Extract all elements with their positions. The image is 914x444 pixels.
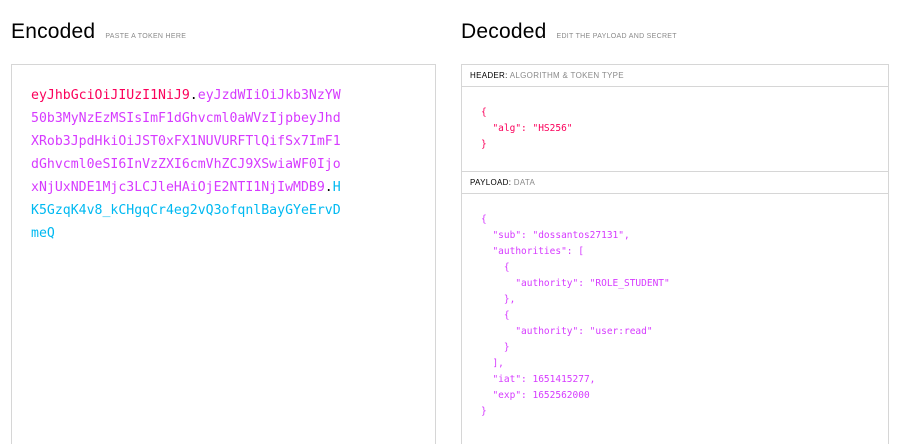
token-separator: . bbox=[324, 180, 333, 195]
decoded-heading: Decoded EDIT THE PAYLOAD AND SECRET bbox=[461, 20, 677, 44]
encoded-token-editor[interactable]: eyJhbGciOiJIUzI1NiJ9.eyJzdWIiOiJkb3NzYW 5… bbox=[11, 64, 436, 444]
payload-json-line: } bbox=[481, 404, 888, 420]
encoded-title: Encoded bbox=[11, 20, 96, 43]
encoded-heading: Encoded PASTE A TOKEN HERE bbox=[11, 20, 186, 44]
payload-json-line-text: "authorities": [ bbox=[481, 246, 584, 257]
token-payload-part: eyJzdWIiOiJkb3NzYW bbox=[197, 88, 341, 103]
token-payload-part: XRob3JpdHkiOiJST0xFX1NUVURFTlQifSx7ImF1 bbox=[31, 134, 341, 149]
token-line: xNjUxNDE1Mjc3LCJleHAiOjE2NTI1NjIwMDB9.H bbox=[31, 176, 417, 199]
payload-json-line-text: }, bbox=[481, 294, 516, 305]
payload-json-line-text: "exp": 1652562000 bbox=[481, 390, 590, 401]
payload-description: DATA bbox=[513, 178, 536, 187]
decoded-panel: HEADER: ALGORITHM & TOKEN TYPE { "alg": … bbox=[461, 64, 889, 444]
payload-json-line: "exp": 1652562000 bbox=[481, 388, 888, 404]
header-json-line: { bbox=[481, 105, 888, 121]
token-line: XRob3JpdHkiOiJST0xFX1NUVURFTlQifSx7ImF1 bbox=[31, 130, 417, 153]
payload-json-line-text: } bbox=[481, 406, 487, 417]
payload-json-line: }, bbox=[481, 292, 888, 308]
payload-json-line-text: { bbox=[481, 214, 487, 225]
payload-json-line-text: "authority": "ROLE_STUDENT" bbox=[481, 278, 670, 289]
token-line: dGhvcml0eSI6InVzZXI6cmVhZCJ9XSwiaWF0Ijo bbox=[31, 153, 417, 176]
payload-json-line: { bbox=[481, 212, 888, 228]
payload-json-line: "authority": "user:read" bbox=[481, 324, 888, 340]
decoded-subtitle: EDIT THE PAYLOAD AND SECRET bbox=[556, 33, 677, 40]
payload-json-line: { bbox=[481, 260, 888, 276]
decoded-title: Decoded bbox=[461, 20, 547, 43]
payload-json-line-text: "sub": "dossantos27131", bbox=[481, 230, 630, 241]
header-section-title: HEADER: ALGORITHM & TOKEN TYPE bbox=[462, 65, 888, 87]
header-json-line-text: } bbox=[481, 139, 487, 150]
header-label: HEADER: bbox=[470, 71, 508, 80]
token-line: K5GzqK4v8_kCHgqCr4eg2vQ3ofqnlBayGYeErvD bbox=[31, 199, 417, 222]
token-payload-part: 50b3MyNzEzMSIsImF1dGhvcml0aWVzIjpbeyJhd bbox=[31, 111, 341, 126]
payload-section-title: PAYLOAD: DATA bbox=[462, 172, 888, 194]
payload-json-line-text: "authority": "user:read" bbox=[481, 326, 653, 337]
token-payload-part: dGhvcml0eSI6InVzZXI6cmVhZCJ9XSwiaWF0Ijo bbox=[31, 157, 341, 172]
payload-json-line-text: { bbox=[481, 310, 510, 321]
header-json-line-text: "alg": "HS256" bbox=[481, 123, 573, 134]
token-signature-part: K5GzqK4v8_kCHgqCr4eg2vQ3ofqnlBayGYeErvD bbox=[31, 203, 341, 218]
header-json-line: } bbox=[481, 137, 888, 153]
payload-json-line: { bbox=[481, 308, 888, 324]
payload-json-line: "authority": "ROLE_STUDENT" bbox=[481, 276, 888, 292]
token-line: meQ bbox=[31, 222, 417, 245]
header-json-editor[interactable]: { "alg": "HS256"} bbox=[462, 87, 888, 172]
token-payload-part: xNjUxNDE1Mjc3LCJleHAiOjE2NTI1NjIwMDB9 bbox=[31, 180, 325, 195]
payload-json-line: "sub": "dossantos27131", bbox=[481, 228, 888, 244]
payload-json-line-text: { bbox=[481, 262, 510, 273]
header-json-line: "alg": "HS256" bbox=[481, 121, 888, 137]
header-description: ALGORITHM & TOKEN TYPE bbox=[509, 71, 624, 80]
payload-json-line: "authorities": [ bbox=[481, 244, 888, 260]
token-signature-part: H bbox=[332, 180, 341, 195]
payload-json-line: ], bbox=[481, 356, 888, 372]
payload-json-line-text: } bbox=[481, 342, 510, 353]
payload-json-line-text: ], bbox=[481, 358, 504, 369]
payload-json-editor[interactable]: { "sub": "dossantos27131", "authorities"… bbox=[462, 194, 888, 420]
payload-json-line-text: "iat": 1651415277, bbox=[481, 374, 596, 385]
payload-json-line: "iat": 1651415277, bbox=[481, 372, 888, 388]
token-signature-part: meQ bbox=[31, 226, 55, 241]
encoded-token-text[interactable]: eyJhbGciOiJIUzI1NiJ9.eyJzdWIiOiJkb3NzYW 5… bbox=[31, 84, 417, 245]
token-line: 50b3MyNzEzMSIsImF1dGhvcml0aWVzIjpbeyJhd bbox=[31, 107, 417, 130]
token-separator: . bbox=[189, 88, 198, 103]
token-header-part: eyJhbGciOiJIUzI1NiJ9 bbox=[31, 88, 190, 103]
header-json-line-text: { bbox=[481, 107, 487, 118]
payload-label: PAYLOAD: bbox=[470, 178, 512, 187]
encoded-subtitle: PASTE A TOKEN HERE bbox=[105, 33, 187, 40]
token-line: eyJhbGciOiJIUzI1NiJ9.eyJzdWIiOiJkb3NzYW bbox=[31, 84, 417, 107]
payload-json-line: } bbox=[481, 340, 888, 356]
